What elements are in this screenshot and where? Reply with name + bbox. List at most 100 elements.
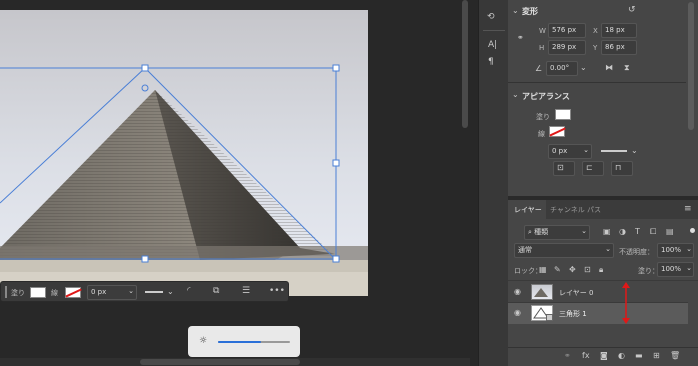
layer-style-icon[interactable]: fx (582, 351, 590, 361)
opacity-value: 100% (661, 246, 682, 254)
chevron-down-icon[interactable]: ⌄ (512, 90, 519, 100)
brightness-icon: ☼ (199, 336, 208, 346)
appearance-stroke-swatch[interactable] (549, 126, 566, 137)
rotate-handle (141, 84, 149, 92)
w-label: W (539, 27, 546, 35)
drag-grip[interactable] (5, 286, 7, 298)
properties-scrollbar-thumb[interactable] (688, 2, 694, 130)
chevron-down-icon[interactable]: ⌄ (580, 63, 587, 73)
stroke-join-dropdown[interactable]: ⊓ (611, 161, 633, 176)
layer-name: レイヤー 0 (559, 289, 594, 297)
character-icon[interactable]: A| (488, 40, 497, 50)
lock-all-icon[interactable]: 🔒︎ (599, 265, 603, 275)
history-icon[interactable]: ⟲ (487, 12, 495, 22)
h-value: 289 px (552, 43, 577, 51)
layer-row[interactable]: ◉ レイヤー 0 (508, 281, 688, 303)
appearance-stroke-width-field[interactable]: 0 px ⌄ (548, 144, 592, 159)
lock-artboard-icon[interactable]: ⊡ (584, 265, 591, 275)
stroke-width-value: 0 px (91, 288, 107, 296)
x-field[interactable]: 18 px (601, 23, 637, 38)
link-layers-icon[interactable]: ⚭ (564, 351, 571, 361)
visibility-eye-icon[interactable]: ◉ (514, 287, 521, 297)
filter-pixel-icon[interactable]: ▣ (603, 227, 611, 237)
chevron-down-icon[interactable]: ⌄ (686, 245, 692, 254)
appearance-stroke-label: 線 (538, 130, 545, 138)
more-options-icon[interactable]: ••• (269, 286, 285, 296)
chevron-down-icon[interactable]: ⌄ (512, 6, 519, 16)
visibility-eye-icon[interactable]: ◉ (514, 308, 521, 318)
chevron-down-icon[interactable]: ⌄ (581, 227, 587, 236)
tab-paths[interactable]: パス (586, 200, 606, 219)
chevron-down-icon[interactable]: ⌄ (128, 287, 134, 296)
tab-paths-label: パス (587, 206, 601, 214)
filter-smart-object-icon[interactable]: ▤ (666, 227, 674, 237)
x-label: X (593, 27, 598, 35)
vertical-scrollbar-thumb[interactable] (462, 0, 468, 128)
layer-thumbnail (531, 284, 553, 300)
opacity-field[interactable]: 100% ⌄ (657, 243, 694, 258)
y-label: Y (593, 44, 598, 52)
fill-swatch[interactable] (30, 287, 46, 298)
chevron-down-icon[interactable]: ⌄ (605, 245, 611, 254)
angle-field[interactable]: 0.00° (546, 61, 578, 76)
filter-shape-icon[interactable]: ⧠ (650, 227, 656, 237)
flip-horizontal-icon[interactable]: ⧓ (605, 63, 613, 73)
tab-channels[interactable]: チャンネル (546, 200, 586, 219)
lock-position-icon[interactable]: ✥ (569, 265, 576, 275)
tab-channels-label: チャンネル (550, 206, 585, 214)
delete-layer-icon[interactable]: 🗑︎ (670, 351, 680, 361)
chevron-down-icon[interactable]: ⌄ (583, 146, 589, 155)
horizontal-scrollbar-thumb[interactable] (140, 359, 300, 365)
stroke-align-dropdown[interactable]: ⊡ (553, 161, 575, 176)
new-adjustment-icon[interactable]: ◐ (618, 351, 625, 361)
tab-layers-label: レイヤー (514, 206, 542, 214)
stroke-width-field[interactable]: 0 px ⌄ (87, 285, 137, 300)
panel-menu-icon[interactable]: ≡ (684, 204, 692, 214)
path-operations-icon[interactable]: ⧉ (213, 286, 219, 296)
blend-mode-dropdown[interactable]: 通常 ⌄ (514, 243, 614, 258)
appearance-stroke-width-value: 0 px (552, 147, 568, 155)
chevron-down-icon[interactable]: ⌄ (631, 146, 638, 155)
angle-value: 0.00° (550, 64, 570, 72)
layer-filter-dropdown[interactable]: ⌕ 種類 ⌄ (524, 225, 590, 240)
appearance-fill-swatch[interactable] (555, 109, 571, 120)
layer-row-selected[interactable]: ◉ 三角形 1 (508, 303, 688, 324)
stroke-swatch[interactable] (65, 287, 82, 298)
paragraph-icon[interactable]: ¶ (488, 57, 494, 67)
filter-type-icon[interactable]: T (635, 227, 640, 237)
link-icon[interactable]: ⚭ (517, 33, 524, 43)
chevron-down-icon[interactable]: ⌄ (167, 287, 174, 296)
w-value: 576 px (552, 26, 577, 34)
panel-icon-strip: ⟲ A| ¶ (478, 0, 508, 366)
zoom-slider-fill (218, 341, 262, 343)
x-value: 18 px (605, 26, 625, 34)
opacity-label: 不透明度： (619, 248, 654, 256)
w-field[interactable]: 576 px (548, 23, 586, 38)
add-mask-icon[interactable]: ◙ (600, 351, 608, 361)
corner-radius-icon[interactable]: ◜ (187, 286, 191, 296)
appearance-stroke-style-dropdown[interactable]: ⌄ (597, 144, 641, 159)
canvas-area[interactable]: 塗り 線 0 px ⌄ ⌄ ◜ ⧉ ☰ ••• ☼ (0, 0, 470, 366)
stroke-style-dropdown[interactable]: ⌄ (141, 285, 177, 300)
handle-bottom-center (141, 255, 149, 263)
lock-transparency-icon[interactable]: ▦ (539, 265, 547, 275)
filter-adjustment-icon[interactable]: ◑ (619, 227, 626, 237)
lock-image-icon[interactable]: ✎ (554, 265, 561, 275)
chevron-down-icon[interactable]: ⌄ (686, 264, 692, 273)
filter-toggle[interactable] (690, 228, 695, 233)
fill-opacity-field[interactable]: 100% ⌄ (657, 262, 694, 277)
reset-transform-icon[interactable]: ↺ (628, 5, 636, 15)
adjust-settings-icon[interactable]: ☰ (242, 286, 250, 296)
new-layer-icon[interactable]: ⊞ (653, 351, 660, 361)
handle-bottom-right (332, 255, 340, 263)
new-group-icon[interactable]: ▬ (635, 351, 643, 361)
h-field[interactable]: 289 px (548, 40, 586, 55)
appearance-fill-label: 塗り (536, 113, 550, 121)
y-field[interactable]: 86 px (601, 40, 637, 55)
stroke-cap-dropdown[interactable]: ⊏ (582, 161, 604, 176)
h-label: H (539, 44, 545, 52)
zoom-slider-track[interactable] (218, 341, 290, 343)
flip-vertical-icon[interactable]: ⧗ (624, 63, 630, 73)
tab-layers[interactable]: レイヤー (508, 200, 546, 219)
layer-name: 三角形 1 (559, 310, 587, 318)
